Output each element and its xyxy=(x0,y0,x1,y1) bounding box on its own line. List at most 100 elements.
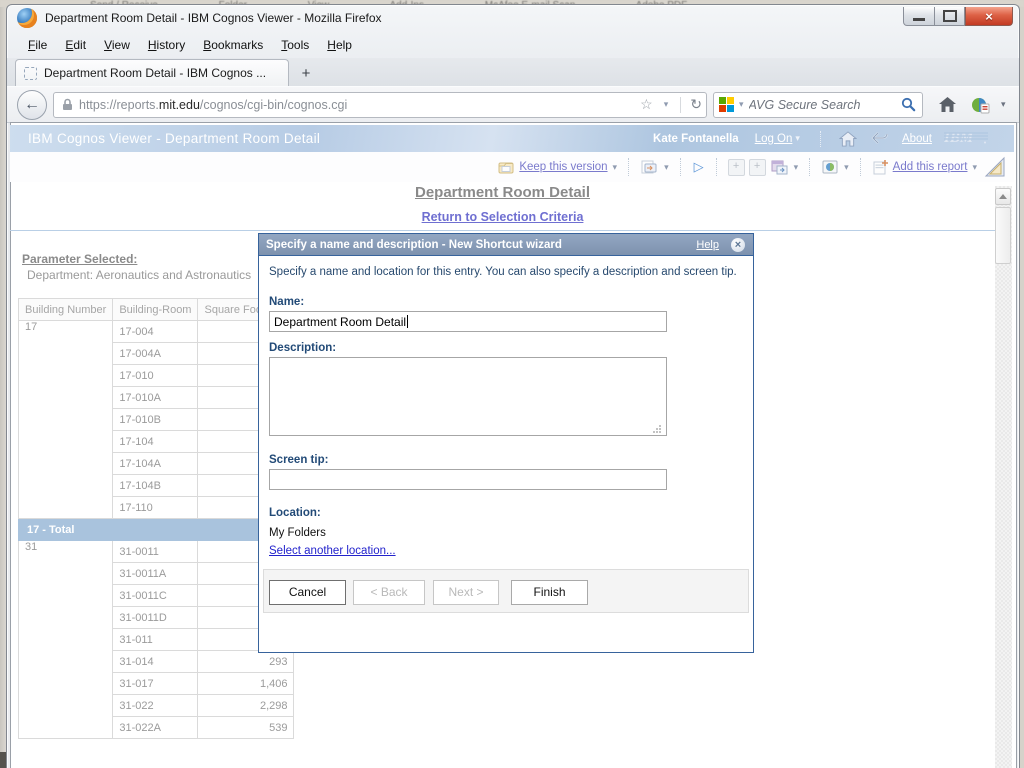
view-format-icon[interactable] xyxy=(822,160,838,174)
keep-this-version-link[interactable]: Keep this version xyxy=(519,161,607,173)
menu-bookmarks[interactable]: Bookmarks xyxy=(194,34,272,56)
dialog-close-icon[interactable]: × xyxy=(731,238,745,252)
export-dropdown-icon[interactable]: ▾ xyxy=(664,162,669,173)
building-number-cell: 31 xyxy=(19,541,113,739)
scrollbar-thumb[interactable] xyxy=(995,207,1011,264)
text-caret xyxy=(407,315,408,328)
cognos-home-icon[interactable] xyxy=(839,131,857,147)
search-engine-dropdown-icon[interactable]: ▾ xyxy=(739,99,744,110)
search-input[interactable] xyxy=(747,97,901,113)
building-room-cell: 17-110 xyxy=(113,497,198,519)
view-format-dropdown-icon[interactable]: ▾ xyxy=(844,162,849,173)
keep-version-dropdown-icon[interactable]: ▾ xyxy=(613,162,618,173)
bookmark-star-icon[interactable]: ☆ xyxy=(636,96,657,113)
dialog-button-bar: Cancel < Back Next > Finish xyxy=(263,569,749,613)
menu-history[interactable]: History xyxy=(139,34,194,56)
table-header-row: Building Number Building-Room Square Foo… xyxy=(19,299,294,321)
ibm-logo: IBM xyxy=(944,129,988,148)
menu-tools[interactable]: Tools xyxy=(272,34,318,56)
finish-button[interactable]: Finish xyxy=(511,580,588,605)
return-to-selection-link[interactable]: Return to Selection Criteria xyxy=(422,210,584,224)
favicon-placeholder-icon xyxy=(24,67,37,80)
total-label-cell: 17 - Total xyxy=(19,519,198,541)
add-report-dropdown-icon[interactable]: ▾ xyxy=(972,162,977,173)
menu-file[interactable]: File xyxy=(19,34,56,56)
export-icon[interactable] xyxy=(641,160,658,174)
url-bar[interactable]: https://reports.mit.edu/cognos/cgi-bin/c… xyxy=(53,92,707,118)
drill-down-icon[interactable]: + xyxy=(728,159,745,176)
menu-edit[interactable]: Edit xyxy=(56,34,95,56)
name-input[interactable]: Department Room Detail xyxy=(269,311,667,332)
header-building-room: Building-Room xyxy=(113,299,198,321)
add-report-icon[interactable] xyxy=(873,160,888,175)
menu-help[interactable]: Help xyxy=(318,34,361,56)
screen-tip-label: Screen tip: xyxy=(269,454,328,466)
new-tab-button[interactable]: + xyxy=(293,61,319,85)
log-on-link[interactable]: Log On xyxy=(755,133,793,145)
square-footage-cell: 293 xyxy=(198,651,294,673)
back-button-wizard: < Back xyxy=(353,580,425,605)
building-room-cell: 31-022A xyxy=(113,717,198,739)
dialog-title-bar: Specify a name and description - New Sho… xyxy=(259,234,753,256)
building-room-cell: 17-010 xyxy=(113,365,198,387)
cancel-button[interactable]: Cancel xyxy=(269,580,346,605)
home-icon[interactable] xyxy=(938,96,957,113)
name-value: Department Room Detail xyxy=(274,315,406,329)
resize-grip-icon[interactable] xyxy=(653,424,662,436)
related-links-icon[interactable] xyxy=(771,160,788,175)
dialog-help-link[interactable]: Help xyxy=(696,239,719,251)
menu-bar: File Edit View History Bookmarks Tools H… xyxy=(7,31,1019,58)
nav-overflow-dropdown-icon[interactable]: ▾ xyxy=(1001,99,1006,110)
square-footage-cell: 2,298 xyxy=(198,695,294,717)
building-number-cell: 17 xyxy=(19,321,113,519)
report-corner-icon[interactable] xyxy=(984,155,1006,184)
close-button[interactable]: × xyxy=(965,7,1013,26)
building-room-cell: 17-104 xyxy=(113,431,198,453)
navigation-bar: ← https://reports.mit.edu/cognos/cgi-bin… xyxy=(7,86,1019,123)
return-arrow-icon[interactable] xyxy=(871,131,889,146)
scrollbar-up-icon[interactable] xyxy=(995,188,1011,205)
header-building-number: Building Number xyxy=(19,299,113,321)
screen: Send / Receive Folder View Add-Ins McAfe… xyxy=(0,0,1024,768)
avg-page-icon[interactable] xyxy=(971,96,991,114)
keep-version-icon[interactable] xyxy=(498,160,514,174)
minimize-button[interactable] xyxy=(903,7,935,26)
cognos-banner-title: IBM Cognos Viewer - Department Room Deta… xyxy=(28,131,320,146)
vertical-scrollbar[interactable] xyxy=(995,186,1012,768)
building-room-cell: 17-004 xyxy=(113,321,198,343)
title-bar[interactable]: Department Room Detail - IBM Cognos View… xyxy=(7,5,1019,31)
description-textarea[interactable] xyxy=(269,357,667,436)
dialog-intro-text: Specify a name and location for this ent… xyxy=(269,266,743,278)
url-dropdown-icon[interactable]: ▾ xyxy=(660,99,673,110)
location-value: My Folders xyxy=(269,527,326,539)
select-another-location-link[interactable]: Select another location... xyxy=(269,545,396,557)
room-table: Building Number Building-Room Square Foo… xyxy=(18,298,294,739)
building-room-cell: 17-104A xyxy=(113,453,198,475)
next-button: Next > xyxy=(433,580,499,605)
drill-up-icon[interactable]: + xyxy=(749,159,766,176)
about-link[interactable]: About xyxy=(902,133,932,145)
cognos-toolbar: Keep this version ▾ ▾ ▷ + + ▾ ▾ Add this… xyxy=(10,152,1014,182)
total-row: 17 - Total6,0 xyxy=(19,519,294,541)
back-button[interactable]: ← xyxy=(17,90,47,120)
menu-view[interactable]: View xyxy=(95,34,139,56)
dialog-title: Specify a name and description - New Sho… xyxy=(266,239,562,251)
building-room-cell: 17-104B xyxy=(113,475,198,497)
search-box[interactable]: ▾ xyxy=(713,92,923,118)
url-text: https://reports.mit.edu/cognos/cgi-bin/c… xyxy=(79,98,636,112)
new-shortcut-wizard-dialog: Specify a name and description - New Sho… xyxy=(258,233,754,653)
screen-tip-input[interactable] xyxy=(269,469,667,490)
tab-department-room-detail[interactable]: Department Room Detail - IBM Cognos ... xyxy=(15,59,289,86)
building-room-cell: 31-0011D xyxy=(113,607,198,629)
log-on-dropdown-icon[interactable]: ▾ xyxy=(795,133,800,144)
related-links-dropdown-icon[interactable]: ▾ xyxy=(794,162,799,173)
building-room-cell: 17-010A xyxy=(113,387,198,409)
tab-title: Department Room Detail - IBM Cognos ... xyxy=(44,66,266,80)
tab-strip: Department Room Detail - IBM Cognos ... … xyxy=(7,58,1019,86)
maximize-button[interactable] xyxy=(935,7,965,26)
add-this-report-link[interactable]: Add this report xyxy=(893,161,968,173)
name-label: Name: xyxy=(269,296,304,308)
search-icon[interactable] xyxy=(901,97,916,112)
run-report-icon[interactable]: ▷ xyxy=(694,159,704,175)
reload-icon[interactable]: ↻ xyxy=(686,96,706,113)
